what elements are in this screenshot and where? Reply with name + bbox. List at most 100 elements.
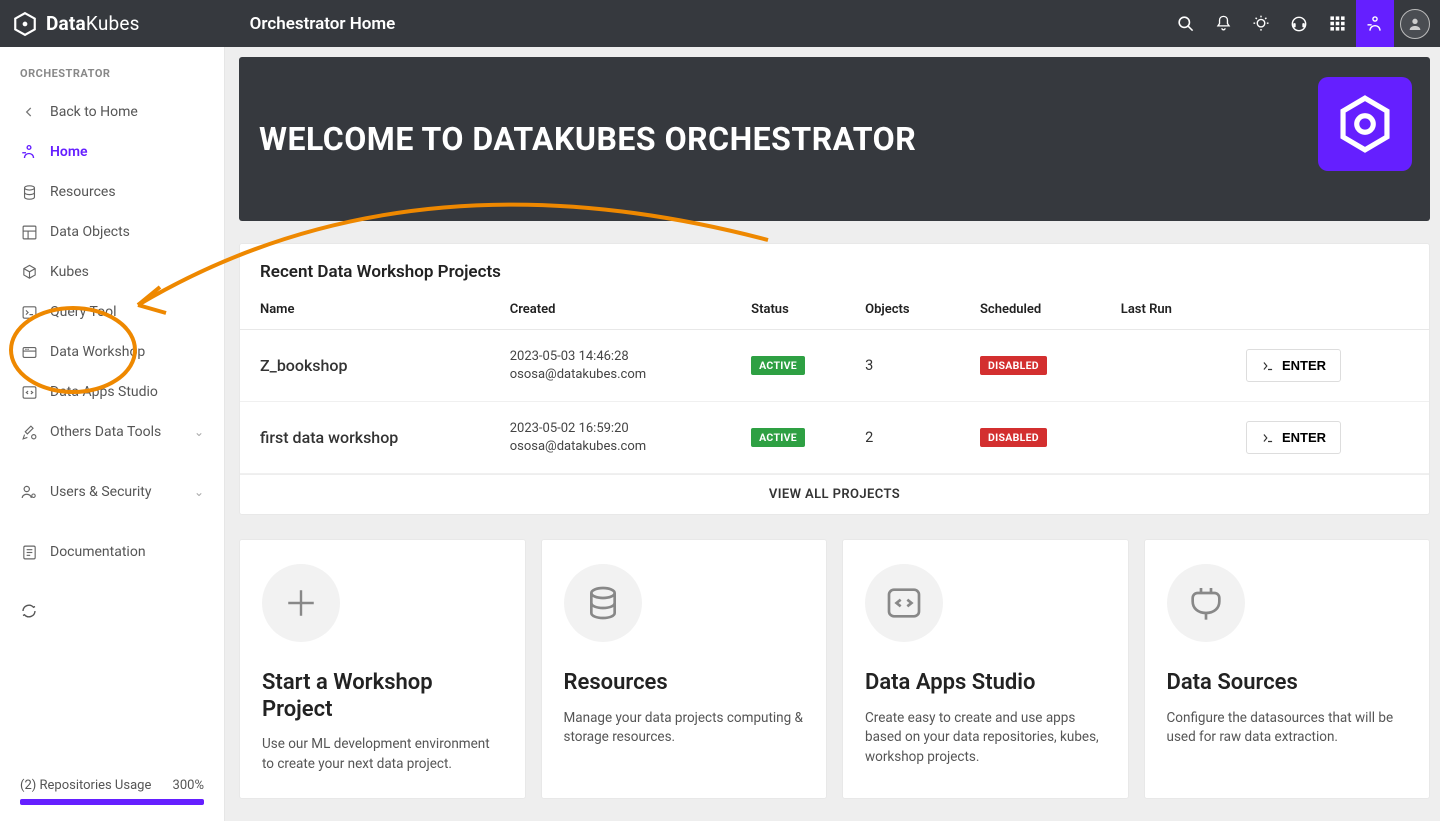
orchestrator-home-icon [20,143,38,161]
cell-name: first data workshop [240,402,500,474]
cell-lastrun [1111,330,1236,402]
sidebar: ORCHESTRATOR Back to Home Home Resources… [0,47,225,821]
card-icon [865,564,943,642]
chevron-down-icon: ⌄ [194,425,204,439]
enter-button[interactable]: ENTER [1246,421,1341,454]
workshop-icon [20,343,38,361]
repo-usage-label: (2) Repositories Usage [20,778,151,793]
action-card[interactable]: Data Sources Configure the datasources t… [1144,539,1431,799]
terminal-icon [20,303,38,321]
sidebar-item-label: Back to Home [50,104,138,120]
sidebar-item-label: Resources [50,184,116,200]
action-card[interactable]: Resources Manage your data projects comp… [541,539,828,799]
action-card[interactable]: Data Apps Studio Create easy to create a… [842,539,1129,799]
card-icon [1167,564,1245,642]
card-icon [262,564,340,642]
card-title: Data Apps Studio [865,670,1106,696]
recent-projects-panel: Recent Data Workshop Projects Name Creat… [239,243,1430,515]
table-row: first data workshop 2023-05-02 16:59:20o… [240,402,1429,474]
tools-icon [20,423,38,441]
terminal-prompt-icon [1261,431,1275,445]
brand-text: DataKubes [46,12,140,35]
sidebar-item-label: Documentation [50,544,146,560]
apps-icon[interactable] [1318,0,1356,47]
cell-scheduled: DISABLED [970,330,1111,402]
sidebar-item-data-workshop[interactable]: Data Workshop [0,332,224,372]
sidebar-item-label: Data Apps Studio [50,384,158,400]
brand-logo[interactable]: DataKubes [12,11,140,37]
refresh-button[interactable] [0,592,224,630]
sidebar-item-label: Home [50,144,88,160]
card-desc: Use our ML development environment to cr… [262,735,503,774]
search-icon[interactable] [1166,0,1204,47]
projects-table: Name Created Status Objects Scheduled La… [240,294,1429,474]
col-scheduled: Scheduled [970,294,1111,330]
card-desc: Create easy to create and use apps based… [865,709,1106,768]
card-title: Resources [564,670,805,696]
col-objects: Objects [855,294,970,330]
document-icon [20,543,38,561]
col-created: Created [500,294,741,330]
cell-objects: 2 [855,402,970,474]
database-icon [20,183,38,201]
cell-status: ACTIVE [741,330,855,402]
cell-objects: 3 [855,330,970,402]
hero-banner: WELCOME TO DATAKUBES ORCHESTRATOR [239,57,1430,221]
cell-status: ACTIVE [741,402,855,474]
col-lastrun: Last Run [1111,294,1236,330]
cell-name: Z_bookshop [240,330,500,402]
sidebar-item-users[interactable]: Users & Security ⌄ [0,472,224,512]
cell-lastrun [1111,402,1236,474]
sidebar-item-kubes[interactable]: Kubes [0,252,224,292]
hex-logo-icon [1334,93,1396,155]
sidebar-item-label: Query Tool [50,304,117,320]
user-avatar[interactable] [1400,9,1430,39]
sidebar-item-label: Others Data Tools [50,424,161,440]
sidebar-item-label: Kubes [50,264,89,280]
top-header: DataKubes Orchestrator Home [0,0,1440,47]
view-all-button[interactable]: VIEW ALL PROJECTS [240,474,1429,514]
action-card[interactable]: Start a Workshop Project Use our ML deve… [239,539,526,799]
sidebar-item-label: Data Objects [50,224,130,240]
card-title: Data Sources [1167,670,1408,696]
card-title: Start a Workshop Project [262,670,503,723]
table-row: Z_bookshop 2023-05-03 14:46:28ososa@data… [240,330,1429,402]
grid-icon [20,223,38,241]
repo-usage-pct: 300% [173,778,204,793]
card-desc: Configure the datasources that will be u… [1167,709,1408,748]
hex-icon [12,11,38,37]
hero-title: WELCOME TO DATAKUBES ORCHESTRATOR [259,120,916,158]
sidebar-item-resources[interactable]: Resources [0,172,224,212]
sidebar-section-label: ORCHESTRATOR [0,67,224,92]
card-desc: Manage your data projects computing & st… [564,709,805,748]
bell-icon[interactable] [1204,0,1242,47]
sidebar-item-data-apps[interactable]: Data Apps Studio [0,372,224,412]
chevron-left-icon [20,103,38,121]
users-gear-icon [20,483,38,501]
idea-icon[interactable] [1242,0,1280,47]
card-icon [564,564,642,642]
repo-usage-bar [20,799,204,805]
sidebar-item-label: Users & Security [50,484,152,500]
sidebar-item-docs[interactable]: Documentation [0,532,224,572]
sidebar-item-home[interactable]: Home [0,132,224,172]
cell-created: 2023-05-02 16:59:20ososa@datakubes.com [500,402,741,474]
cards-row: Start a Workshop Project Use our ML deve… [239,539,1430,799]
hero-badge [1318,77,1412,171]
main-content: WELCOME TO DATAKUBES ORCHESTRATOR Recent… [225,47,1440,821]
sidebar-item-others[interactable]: Others Data Tools ⌄ [0,412,224,452]
support-icon[interactable] [1280,0,1318,47]
chevron-down-icon: ⌄ [194,485,204,499]
col-name: Name [240,294,500,330]
sidebar-item-data-objects[interactable]: Data Objects [0,212,224,252]
cell-scheduled: DISABLED [970,402,1111,474]
col-status: Status [741,294,855,330]
enter-button[interactable]: ENTER [1246,349,1341,382]
cube-icon [20,263,38,281]
sidebar-item-query-tool[interactable]: Query Tool [0,292,224,332]
sidebar-item-back[interactable]: Back to Home [0,92,224,132]
sidebar-footer: (2) Repositories Usage 300% [0,778,224,821]
terminal-prompt-icon [1261,359,1275,373]
orchestrator-icon[interactable] [1356,0,1394,47]
code-icon [20,383,38,401]
